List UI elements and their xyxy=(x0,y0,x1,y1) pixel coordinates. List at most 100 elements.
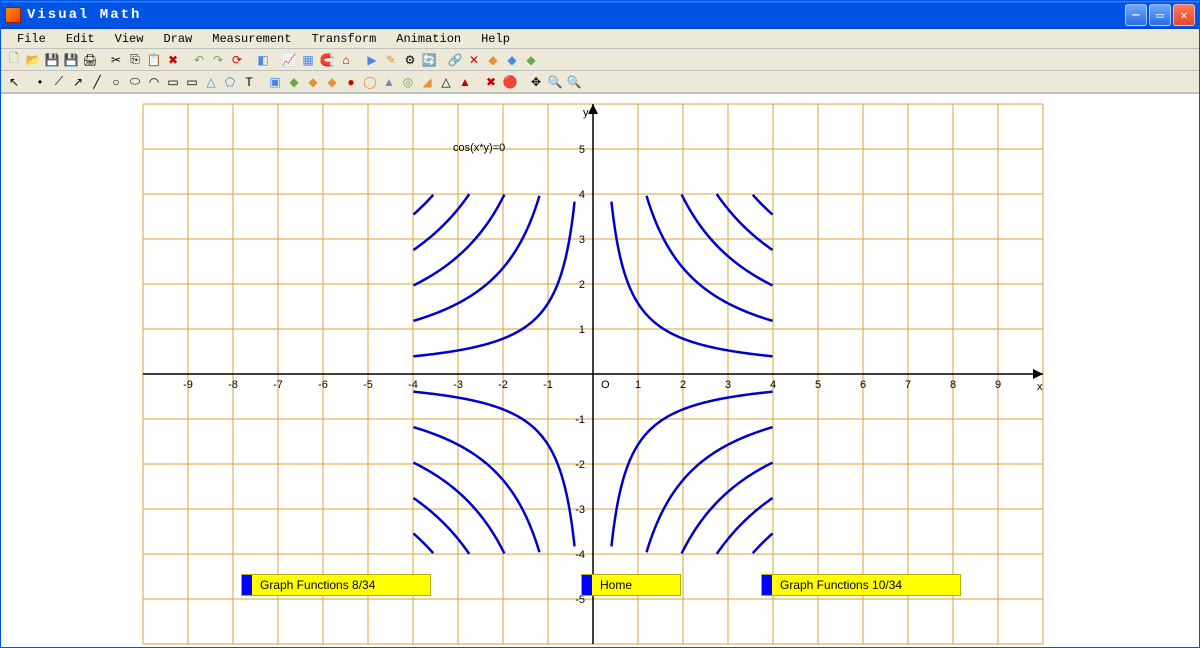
menu-animation[interactable]: Animation xyxy=(386,30,471,48)
svg-text:-9: -9 xyxy=(183,379,193,391)
polygon-icon[interactable]: ⬠ xyxy=(221,73,239,91)
tool-b-icon[interactable]: ◆ xyxy=(503,51,521,69)
menu-transform[interactable]: Transform xyxy=(301,30,386,48)
menu-file[interactable]: File xyxy=(7,30,56,48)
open-icon[interactable]: 📂 xyxy=(24,51,42,69)
zoom-out-icon[interactable]: 🔍 xyxy=(565,73,583,91)
stripe-icon xyxy=(242,575,252,595)
torus-icon[interactable]: ◎ xyxy=(399,73,417,91)
triangle-icon[interactable]: △ xyxy=(202,73,220,91)
colorball-icon[interactable]: 🔴 xyxy=(501,73,519,91)
rect2-icon[interactable]: ▭ xyxy=(183,73,201,91)
menu-measurement[interactable]: Measurement xyxy=(202,30,301,48)
segment-icon[interactable]: ╱ xyxy=(88,73,106,91)
grid-icon[interactable]: ▦ xyxy=(299,51,317,69)
unlink-icon[interactable]: ✕ xyxy=(465,51,483,69)
home-label: Home xyxy=(600,578,632,592)
box3d-icon[interactable]: ▣ xyxy=(266,73,284,91)
cut-icon[interactable]: ✂ xyxy=(107,51,125,69)
cylinder-icon[interactable]: ◯ xyxy=(361,73,379,91)
stripe-icon xyxy=(762,575,772,595)
menu-help[interactable]: Help xyxy=(471,30,520,48)
menu-draw[interactable]: Draw xyxy=(153,30,202,48)
svg-text:-3: -3 xyxy=(575,504,585,516)
rect-icon[interactable]: ▭ xyxy=(164,73,182,91)
redo-icon[interactable]: ↷ xyxy=(209,51,227,69)
toolbar-1: 🗋 📂 💾 💾 🖨 ✂ ⎘ 📋 ✖ ↶ ↷ ⟳ ◧ 📈 ▦ 🧲 ⌂ ▶ ✎ ⚙ … xyxy=(1,49,1199,71)
stripe-icon xyxy=(582,575,592,595)
line-icon[interactable]: ⟋ xyxy=(50,73,68,91)
solid2-icon[interactable]: ◆ xyxy=(304,73,322,91)
delete-icon[interactable]: ✖ xyxy=(164,51,182,69)
app-title: Visual Math xyxy=(27,7,1125,23)
solid3-icon[interactable]: ◆ xyxy=(323,73,341,91)
paste-icon[interactable]: 📋 xyxy=(145,51,163,69)
minimize-button[interactable]: — xyxy=(1125,4,1147,26)
svg-text:5: 5 xyxy=(815,379,821,391)
home-button[interactable]: Home xyxy=(581,574,681,596)
svg-text:6: 6 xyxy=(860,379,866,391)
svg-text:x: x xyxy=(1037,381,1043,393)
svg-text:5: 5 xyxy=(579,144,585,156)
window-controls: — ▭ ✕ xyxy=(1125,4,1195,26)
prev-label: Graph Functions 8/34 xyxy=(260,578,375,592)
chart-icon[interactable]: 📈 xyxy=(280,51,298,69)
magnet-icon[interactable]: 🧲 xyxy=(318,51,336,69)
svg-text:2: 2 xyxy=(579,279,585,291)
link-icon[interactable]: 🔗 xyxy=(446,51,464,69)
prev-button[interactable]: Graph Functions 8/34 xyxy=(241,574,431,596)
svg-text:3: 3 xyxy=(579,234,585,246)
tetra-icon[interactable]: ▲ xyxy=(456,73,474,91)
cone-icon[interactable]: ▲ xyxy=(380,73,398,91)
save-icon[interactable]: 💾 xyxy=(43,51,61,69)
tool-a-icon[interactable]: ◆ xyxy=(484,51,502,69)
zoom-in-icon[interactable]: 🔍 xyxy=(546,73,564,91)
ray-icon[interactable]: ↗ xyxy=(69,73,87,91)
menu-edit[interactable]: Edit xyxy=(56,30,105,48)
svg-text:1: 1 xyxy=(635,379,641,391)
sync-icon[interactable]: 🔄 xyxy=(420,51,438,69)
ellipse-icon[interactable]: ⬭ xyxy=(126,73,144,91)
move-icon[interactable]: ✥ xyxy=(527,73,545,91)
sphere-icon[interactable]: ● xyxy=(342,73,360,91)
solid1-icon[interactable]: ◆ xyxy=(285,73,303,91)
pyramid-icon[interactable]: △ xyxy=(437,73,455,91)
menu-view[interactable]: View xyxy=(105,30,154,48)
tool-c-icon[interactable]: ◆ xyxy=(522,51,540,69)
save-as-icon[interactable]: 💾 xyxy=(62,51,80,69)
prism-icon[interactable]: ◢ xyxy=(418,73,436,91)
text-icon[interactable]: T xyxy=(240,73,258,91)
svg-text:3: 3 xyxy=(725,379,731,391)
copy-icon[interactable]: ⎘ xyxy=(126,51,144,69)
cross-icon[interactable]: ✖ xyxy=(482,73,500,91)
maximize-button[interactable]: ▭ xyxy=(1149,4,1171,26)
svg-text:-4: -4 xyxy=(408,379,418,391)
next-label: Graph Functions 10/34 xyxy=(780,578,902,592)
close-button[interactable]: ✕ xyxy=(1173,4,1195,26)
svg-text:-2: -2 xyxy=(498,379,508,391)
circle-icon[interactable]: ○ xyxy=(107,73,125,91)
svg-text:-8: -8 xyxy=(228,379,238,391)
edit-icon[interactable]: ✎ xyxy=(382,51,400,69)
new-icon[interactable]: 🗋 xyxy=(5,51,23,69)
home-icon[interactable]: ⌂ xyxy=(337,51,355,69)
undo-icon[interactable]: ↶ xyxy=(190,51,208,69)
point-icon[interactable]: • xyxy=(31,73,49,91)
refresh-icon[interactable]: ⟳ xyxy=(228,51,246,69)
pointer-icon[interactable]: ↖ xyxy=(5,73,23,91)
svg-text:-1: -1 xyxy=(575,414,585,426)
app-window: Visual Math — ▭ ✕ File Edit View Draw Me… xyxy=(0,0,1200,648)
print-icon[interactable]: 🖨 xyxy=(81,51,99,69)
next-button[interactable]: Graph Functions 10/34 xyxy=(761,574,961,596)
cube-icon[interactable]: ◧ xyxy=(254,51,272,69)
svg-text:2: 2 xyxy=(680,379,686,391)
equation-label: cos(x*y)=0 xyxy=(453,142,505,154)
canvas[interactable]: -9-8-7-6-5-4-3-2-1123456789-5-4-3-2-1123… xyxy=(1,93,1199,647)
toolbar-2: ↖ • ⟋ ↗ ╱ ○ ⬭ ◠ ▭ ▭ △ ⬠ T ▣ ◆ ◆ ◆ ● ◯ ▲ … xyxy=(1,71,1199,93)
svg-text:8: 8 xyxy=(950,379,956,391)
svg-text:1: 1 xyxy=(579,324,585,336)
arc-icon[interactable]: ◠ xyxy=(145,73,163,91)
svg-text:y: y xyxy=(583,107,589,119)
play-icon[interactable]: ▶ xyxy=(363,51,381,69)
settings-icon[interactable]: ⚙ xyxy=(401,51,419,69)
